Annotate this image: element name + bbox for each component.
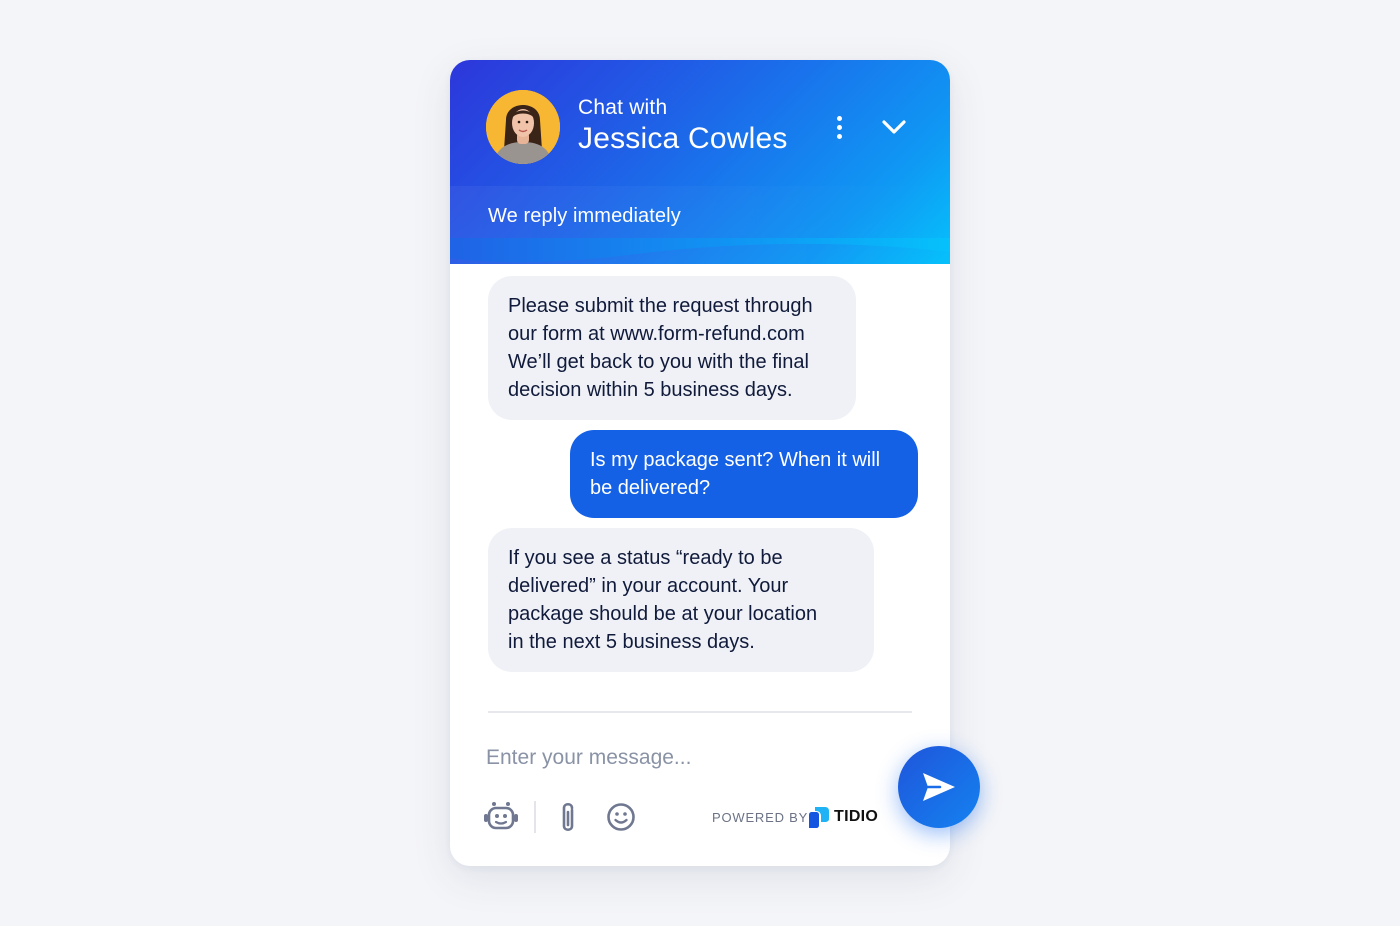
agent-photo-icon — [486, 90, 560, 164]
paperclip-icon — [562, 802, 574, 832]
header-wave — [450, 238, 950, 263]
agent-name: Jessica Cowles — [578, 122, 788, 155]
send-button[interactable] — [898, 746, 980, 828]
message-input[interactable] — [486, 740, 866, 776]
smiley-icon — [607, 803, 635, 831]
agent-message-bubble: If you see a status “ready to be deliver… — [488, 528, 874, 672]
bot-button[interactable] — [483, 799, 519, 835]
tidio-brand-name[interactable]: TIDIO — [834, 808, 878, 826]
more-options-button[interactable] — [828, 112, 850, 142]
chat-header: Chat with Jessica Cowles We reply immedi… — [450, 60, 950, 264]
composer-divider — [488, 711, 912, 713]
toolbar-separator — [534, 801, 536, 833]
tidio-logo-icon[interactable] — [807, 805, 831, 829]
reply-status-text: We reply immediately — [488, 205, 681, 227]
bot-icon — [484, 802, 518, 830]
chat-with-label: Chat with — [578, 96, 668, 119]
visitor-message-bubble: Is my package sent? When it will be deli… — [570, 430, 918, 518]
more-vertical-icon — [836, 115, 842, 121]
attach-button[interactable] — [554, 800, 582, 836]
chat-widget: Chat with Jessica Cowles We reply immedi… — [450, 60, 980, 866]
chevron-down-icon — [882, 120, 906, 134]
agent-avatar — [486, 90, 560, 164]
minimize-chat-button[interactable] — [878, 112, 910, 142]
emoji-button[interactable] — [606, 802, 636, 832]
agent-message-bubble: Please submit the request through our fo… — [488, 276, 856, 420]
send-icon — [923, 773, 955, 801]
powered-by-label: POWERED BY — [712, 810, 809, 825]
